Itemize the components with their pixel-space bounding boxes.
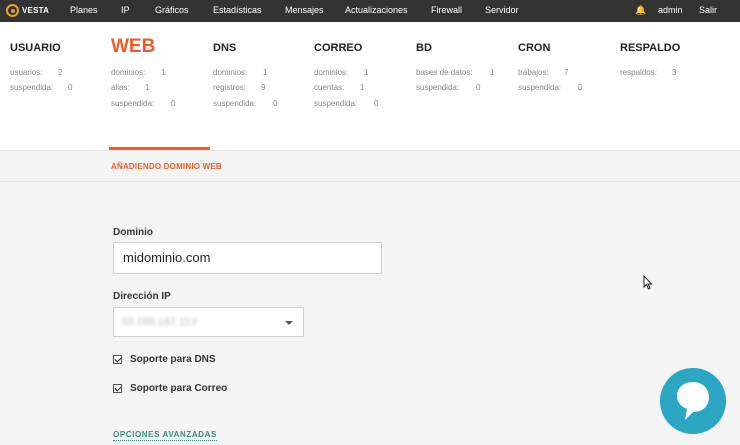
mail-support-label: Soporte para Correo — [130, 383, 228, 394]
stat-value: 0 — [273, 99, 278, 108]
stat-label: alias: — [111, 83, 130, 92]
mail-support-row[interactable]: Soporte para Correo — [113, 383, 227, 394]
stat-value: 0 — [374, 99, 379, 108]
stat-value: 0 — [171, 99, 176, 108]
top-navigation-bar: VESTA Planes IP Gráficos Estadísticas Me… — [0, 0, 740, 22]
stat-label: suspendida: — [314, 99, 358, 108]
stat-title: USUARIO — [10, 42, 61, 54]
stat-label: respaldos: — [620, 68, 657, 77]
user-admin-link[interactable]: admin — [658, 5, 683, 15]
stat-label: suspendida: — [416, 83, 460, 92]
nav-planes[interactable]: Planes — [70, 5, 98, 15]
dns-support-label: Soporte para DNS — [130, 354, 216, 365]
stat-value: 1 — [263, 68, 268, 77]
stat-value: 0 — [476, 83, 481, 92]
nav-graficos[interactable]: Gráficos — [155, 5, 189, 15]
ip-label: Dirección IP — [113, 291, 171, 302]
stat-value: 3 — [672, 68, 677, 77]
vesta-logo-icon — [6, 4, 19, 17]
nav-firewall[interactable]: Firewall — [431, 5, 462, 15]
logo-text: VESTA — [22, 6, 50, 15]
dns-support-checkbox[interactable] — [113, 355, 122, 364]
nav-actualizaciones[interactable]: Actualizaciones — [345, 5, 408, 15]
stat-title: WEB — [111, 36, 156, 57]
stats-panel: USUARIO usuarios: 2 suspendida: 0 WEB domi… — [0, 22, 740, 150]
mail-support-checkbox[interactable] — [113, 384, 122, 393]
stat-label: registros: — [213, 83, 246, 92]
watermark-logo-icon — [660, 368, 726, 434]
advanced-options-link[interactable]: OPCIONES AVANZADAS — [113, 430, 217, 441]
notifications-bell-icon[interactable]: 🔔 — [635, 5, 646, 16]
nav-estadisticas[interactable]: Estadísticas — [213, 5, 262, 15]
logout-link[interactable]: Salir — [699, 5, 717, 15]
chevron-down-icon — [285, 321, 293, 325]
stat-title: CORREO — [314, 42, 363, 54]
divider — [0, 181, 740, 182]
stat-label: suspendida: — [518, 83, 562, 92]
stat-label: trabajos: — [518, 68, 549, 77]
stat-value: 9 — [261, 83, 266, 92]
domain-label: Dominio — [113, 227, 153, 238]
divider — [0, 150, 740, 151]
vesta-logo[interactable]: VESTA — [6, 4, 49, 17]
ip-select[interactable]: 93.188.167.113 — [113, 307, 304, 337]
stat-label: suspendida: — [10, 83, 54, 92]
stat-label: suspendida: — [213, 99, 257, 108]
stat-value: 0 — [68, 83, 73, 92]
stat-value: 2 — [58, 68, 63, 77]
stat-value: 1 — [364, 68, 369, 77]
stat-label: usuarios: — [10, 68, 43, 77]
stat-label: dominios: — [111, 68, 146, 77]
mouse-cursor-icon — [643, 275, 653, 290]
stat-label: dominios: — [213, 68, 248, 77]
stat-value: 1 — [145, 83, 150, 92]
stat-title: RESPALDO — [620, 42, 681, 54]
nav-mensajes[interactable]: Mensajes — [285, 5, 324, 15]
stat-label: cuentas: — [314, 83, 345, 92]
stat-value: 1 — [490, 68, 495, 77]
ip-select-value: 93.188.167.113 — [121, 316, 197, 328]
stat-title: BD — [416, 42, 432, 54]
stat-title: CRON — [518, 42, 551, 54]
stat-value: 1 — [360, 83, 365, 92]
stat-label: bases de datos: — [416, 68, 473, 77]
nav-servidor[interactable]: Servidor — [485, 5, 519, 15]
form-subtitle: AÑADIENDO DOMINIO WEB — [111, 162, 222, 171]
stat-label: suspendida: — [111, 99, 155, 108]
stat-value: 1 — [161, 68, 166, 77]
domain-input[interactable]: midominio.com — [113, 242, 382, 274]
stat-label: dominios: — [314, 68, 349, 77]
stat-value: 0 — [578, 83, 583, 92]
dns-support-row[interactable]: Soporte para DNS — [113, 354, 216, 365]
stat-value: 7 — [564, 68, 569, 77]
nav-ip[interactable]: IP — [121, 5, 130, 15]
stat-title: DNS — [213, 42, 237, 54]
